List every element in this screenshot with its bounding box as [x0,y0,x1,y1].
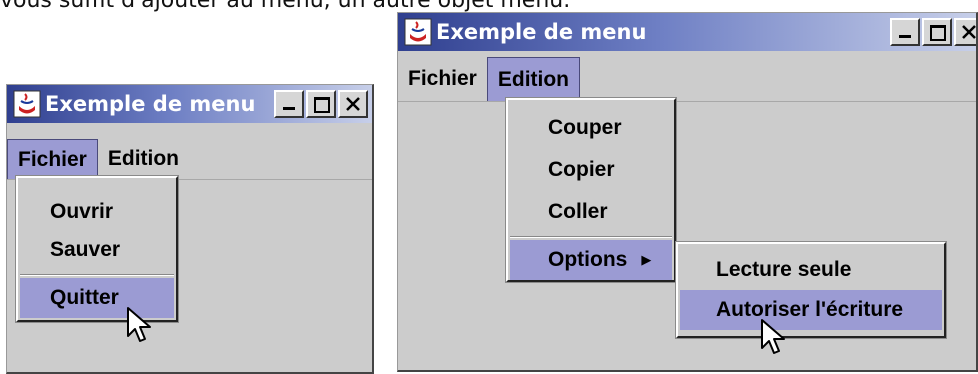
options-submenu: Lecture seule Autoriser l'écriture [676,242,946,338]
title-bar[interactable]: Exemple de menu [7,85,372,123]
window-title: Exemple de menu [436,20,647,44]
fichier-popup-menu: Ouvrir Sauver Quitter [16,176,178,322]
close-button[interactable] [338,90,368,118]
mouse-cursor-icon [127,307,151,342]
menu-item-ouvrir[interactable]: Ouvrir [20,192,174,232]
menu-item-lecture-seule[interactable]: Lecture seule [680,250,942,290]
maximize-icon [930,25,946,41]
menu-fichier[interactable]: Fichier [7,139,98,179]
title-bar[interactable]: Exemple de menu [398,13,976,51]
menu-separator [20,274,174,276]
maximize-button[interactable] [922,18,952,46]
close-icon [962,25,976,39]
maximize-button[interactable] [306,90,336,118]
java-app-icon [404,18,432,46]
menu-edition[interactable]: Edition [98,139,189,179]
minimize-button[interactable] [274,90,304,118]
java-app-icon [13,90,41,118]
submenu-arrow-icon: ▶ [641,252,652,268]
menu-edition[interactable]: Edition [486,57,581,101]
minimize-icon [899,35,911,38]
minimize-icon [283,107,295,110]
mouse-cursor-icon [761,319,785,354]
window-title: Exemple de menu [45,92,256,116]
edition-popup-menu: Couper Copier Coller Options ▶ [506,98,676,282]
maximize-icon [314,97,330,113]
menu-item-sauver[interactable]: Sauver [20,230,174,270]
close-button[interactable] [954,18,976,46]
menu-fichier[interactable]: Fichier [398,57,487,101]
options-label: Options [548,248,628,271]
menu-item-copier[interactable]: Copier [510,150,672,190]
menu-item-options[interactable]: Options ▶ [510,240,672,280]
menu-item-couper[interactable]: Couper [510,108,672,148]
close-icon [346,97,360,111]
menu-separator [510,236,672,238]
minimize-button[interactable] [890,18,920,46]
menu-item-coller[interactable]: Coller [510,192,672,232]
menu-item-autoriser-ecriture[interactable]: Autoriser l'écriture [680,290,942,330]
